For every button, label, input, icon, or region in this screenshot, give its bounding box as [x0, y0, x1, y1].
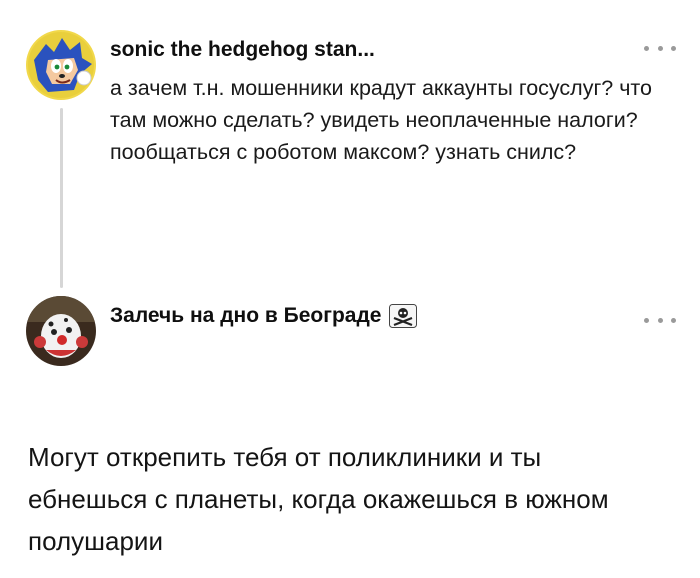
- post-author-avatar[interactable]: [26, 30, 96, 100]
- reply-author-avatar[interactable]: [26, 296, 96, 366]
- skull-crossbones-icon: [389, 304, 418, 329]
- post-text: а зачем т.н. мошенники крадут аккаунты г…: [110, 76, 652, 164]
- reply-author-username[interactable]: Залечь на дно в Београде: [110, 304, 381, 327]
- more-dots-icon: [644, 45, 649, 51]
- clown-avatar-icon: [26, 296, 96, 366]
- reply-text: Могут открепить тебя от поликлиники и ты…: [28, 442, 609, 556]
- post-more-button[interactable]: [644, 40, 676, 56]
- reply-more-button[interactable]: [644, 312, 676, 328]
- thread-connector-line: [60, 108, 63, 288]
- more-dots-icon: [644, 317, 649, 323]
- post-author-username[interactable]: sonic the hedgehog stan...: [110, 38, 375, 62]
- reply-author-username-row[interactable]: Залечь на дно в Београде: [110, 304, 418, 329]
- sonic-avatar-icon: [26, 30, 96, 100]
